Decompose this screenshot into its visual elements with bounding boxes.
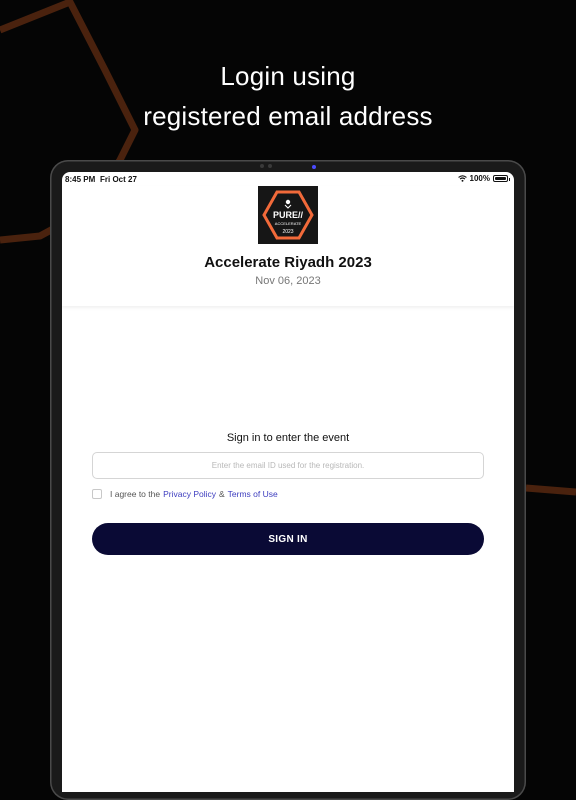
status-date: Fri Oct 27 (100, 175, 137, 184)
event-logo: PURE// ACCELERATE 2023 (258, 186, 318, 244)
logo-text-pure: PURE// (273, 210, 304, 220)
logo-text-accelerate: ACCELERATE (275, 221, 302, 226)
promo-headline: Login using registered email address (0, 56, 576, 136)
event-date: Nov 06, 2023 (255, 275, 321, 287)
promo-headline-line1: Login using (220, 61, 356, 91)
signin-heading: Sign in to enter the event (226, 432, 350, 444)
wifi-icon (457, 175, 467, 182)
sign-in-button[interactable]: SIGN IN (92, 523, 484, 555)
terms-of-use-link[interactable]: Terms of Use (228, 489, 278, 499)
email-field[interactable] (92, 452, 484, 479)
status-time: 8:45 PM (65, 175, 96, 184)
ampersand-text: & (219, 489, 225, 499)
app-screen: 8:45 PM Fri Oct 27 100% PURE// ACCELERAT… (62, 172, 514, 792)
agree-row: I agree to the Privacy Policy & Terms of… (92, 488, 281, 500)
tablet-frame: 8:45 PM Fri Oct 27 100% PURE// ACCELERAT… (50, 160, 526, 800)
event-title: Accelerate Riyadh 2023 (204, 254, 372, 271)
agree-prefix-text: I agree to the (110, 489, 161, 499)
status-indicators: 100% (457, 174, 510, 183)
battery-icon (493, 175, 510, 182)
battery-percent: 100% (469, 174, 490, 183)
status-bar: 8:45 PM Fri Oct 27 100% (62, 172, 514, 186)
camera-icon (312, 165, 316, 169)
event-header: PURE// ACCELERATE 2023 Accelerate Riyadh… (62, 186, 514, 306)
sensor-dots (260, 164, 272, 168)
promo-headline-line2: registered email address (143, 101, 433, 131)
logo-text-year: 2023 (282, 229, 293, 235)
pure-accelerate-logo: PURE// ACCELERATE 2023 (262, 190, 314, 240)
agree-checkbox[interactable] (92, 489, 102, 499)
privacy-policy-link[interactable]: Privacy Policy (163, 489, 216, 499)
